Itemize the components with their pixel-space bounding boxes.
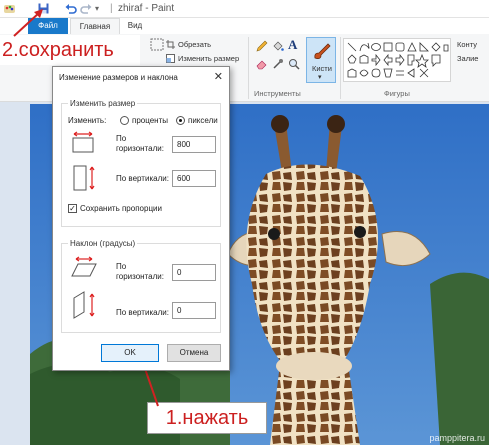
dialog-title: Изменение размеров и наклона: [59, 73, 178, 82]
undo-icon[interactable]: [64, 2, 77, 15]
tools-group-label: Инструменты: [254, 89, 301, 98]
keep-ratio-checkbox[interactable]: ✓: [68, 204, 77, 213]
percent-radio[interactable]: [120, 116, 129, 125]
resize-group: Изменить размер Изменить: проценты пиксе…: [61, 99, 221, 227]
color-picker-icon[interactable]: [272, 58, 284, 70]
resize-skew-dialog: Изменение размеров и наклона ✕ Изменить …: [52, 66, 230, 371]
horizontal-size-input[interactable]: 800: [172, 136, 216, 153]
ribbon-separator: [248, 37, 249, 99]
ok-button[interactable]: OK: [101, 344, 159, 362]
resize-group-label: Изменить размер: [68, 99, 138, 108]
skew-group-label: Наклон (градусы): [68, 239, 138, 248]
cancel-button[interactable]: Отмена: [167, 344, 221, 362]
vertical-size-input[interactable]: 600: [172, 170, 216, 187]
ribbon-tabs: Файл Главная Вид: [0, 18, 489, 34]
eraser-icon[interactable]: [256, 58, 268, 70]
keep-ratio-label: Сохранить пропорции: [80, 204, 162, 213]
skew-vertical-input[interactable]: 0: [172, 302, 216, 319]
annotation-step2: 2.сохранить: [0, 35, 140, 65]
horizontal-label-2: горизонтали:: [116, 144, 164, 153]
watermark: pamppitera.ru: [429, 433, 485, 443]
horizontal-skew-icon: [71, 256, 97, 277]
outline-button[interactable]: Конту: [457, 40, 477, 49]
shapes-icon: [347, 42, 449, 78]
skew-horizontal-label-2: горизонтали:: [116, 272, 164, 281]
annotation-arrow-icon: [13, 9, 43, 37]
crop-icon[interactable]: [166, 40, 175, 49]
resize-icon[interactable]: [166, 54, 175, 63]
skew-horizontal-label: По: [116, 262, 127, 271]
skew-horizontal-input[interactable]: 0: [172, 264, 216, 281]
change-by-label: Изменить:: [68, 116, 107, 125]
title-separator: |: [110, 3, 113, 14]
resize-button[interactable]: Изменить размер: [178, 54, 239, 63]
vertical-resize-icon: [73, 165, 95, 191]
shapes-gallery[interactable]: [343, 38, 451, 82]
fill-shape-button[interactable]: Залие: [457, 54, 478, 63]
fill-icon[interactable]: [272, 40, 284, 52]
vertical-skew-icon: [73, 291, 95, 319]
percent-label: проценты: [132, 116, 169, 125]
title-bar: ▾ | zhiraf - Paint: [0, 0, 489, 18]
magnifier-icon[interactable]: [288, 58, 300, 70]
horizontal-resize-icon: [72, 131, 94, 153]
vertical-label: По вертикали:: [116, 174, 169, 183]
redo-icon[interactable]: [80, 2, 93, 15]
brush-icon: [314, 43, 331, 59]
brushes-label: Кисти: [312, 64, 332, 73]
tab-view[interactable]: Вид: [122, 18, 148, 34]
ribbon-separator: [340, 37, 341, 99]
text-tool-icon[interactable]: A: [288, 37, 297, 53]
skew-group: Наклон (градусы) По горизонтали: 0 По ве…: [61, 239, 221, 333]
horizontal-label: По: [116, 134, 127, 143]
window-title: zhiraf - Paint: [118, 3, 175, 14]
chevron-down-icon: ▾: [318, 74, 322, 81]
brushes-button[interactable]: Кисти ▾: [306, 37, 336, 83]
tab-home[interactable]: Главная: [70, 18, 120, 34]
skew-vertical-label: По вертикали:: [116, 308, 169, 317]
pencil-icon[interactable]: [256, 40, 268, 52]
pixels-radio[interactable]: [176, 116, 185, 125]
shapes-group-label: Фигуры: [384, 89, 410, 98]
close-icon[interactable]: ✕: [214, 70, 223, 83]
crop-button[interactable]: Обрезать: [178, 40, 211, 49]
quick-access-dropdown-icon[interactable]: ▾: [95, 4, 108, 17]
pixels-label: пиксели: [188, 116, 218, 125]
